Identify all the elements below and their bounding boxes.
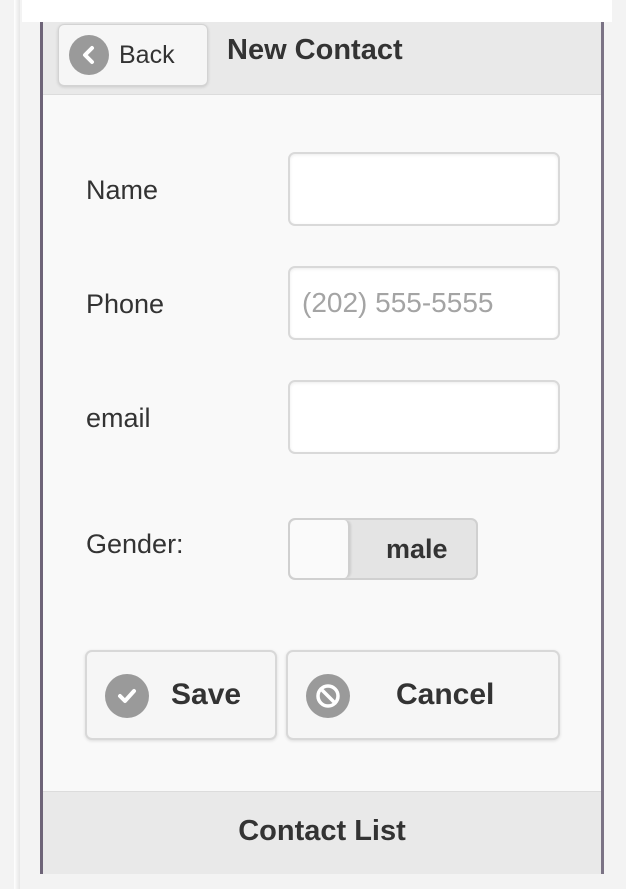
window-frame: Back New Contact Name Phone email Gender…: [0, 0, 626, 889]
chevron-left-icon: [69, 35, 109, 75]
page-footer: Contact List: [43, 791, 601, 874]
forbidden-icon: [306, 674, 350, 718]
email-row: email: [43, 380, 601, 456]
name-row: Name: [43, 152, 601, 228]
save-button-label: Save: [171, 678, 242, 711]
back-button[interactable]: Back: [58, 24, 208, 86]
phone-label: Phone: [86, 288, 165, 319]
gender-label: Gender:: [86, 528, 184, 559]
email-input[interactable]: [288, 380, 560, 454]
email-label: email: [86, 402, 151, 433]
page-title: New Contact: [227, 33, 403, 66]
frame-top-edge: [22, 0, 612, 22]
frame-shadow: [14, 0, 20, 889]
gender-flip-switch[interactable]: le male: [288, 518, 478, 580]
page-header: Back New Contact: [43, 22, 601, 95]
check-icon: [105, 674, 149, 718]
footer-title: Contact List: [238, 815, 406, 847]
gender-option-male: male: [386, 533, 448, 564]
cancel-button-label: Cancel: [396, 678, 495, 711]
name-label: Name: [86, 174, 159, 205]
name-input[interactable]: [288, 152, 560, 226]
back-button-label: Back: [119, 40, 175, 69]
mobile-screen: Back New Contact Name Phone email Gender…: [40, 22, 604, 874]
phone-input[interactable]: [288, 266, 560, 340]
cancel-button[interactable]: Cancel: [286, 650, 560, 740]
phone-row: Phone: [43, 266, 601, 342]
save-button[interactable]: Save: [85, 650, 277, 740]
flip-switch-handle[interactable]: [290, 520, 350, 578]
